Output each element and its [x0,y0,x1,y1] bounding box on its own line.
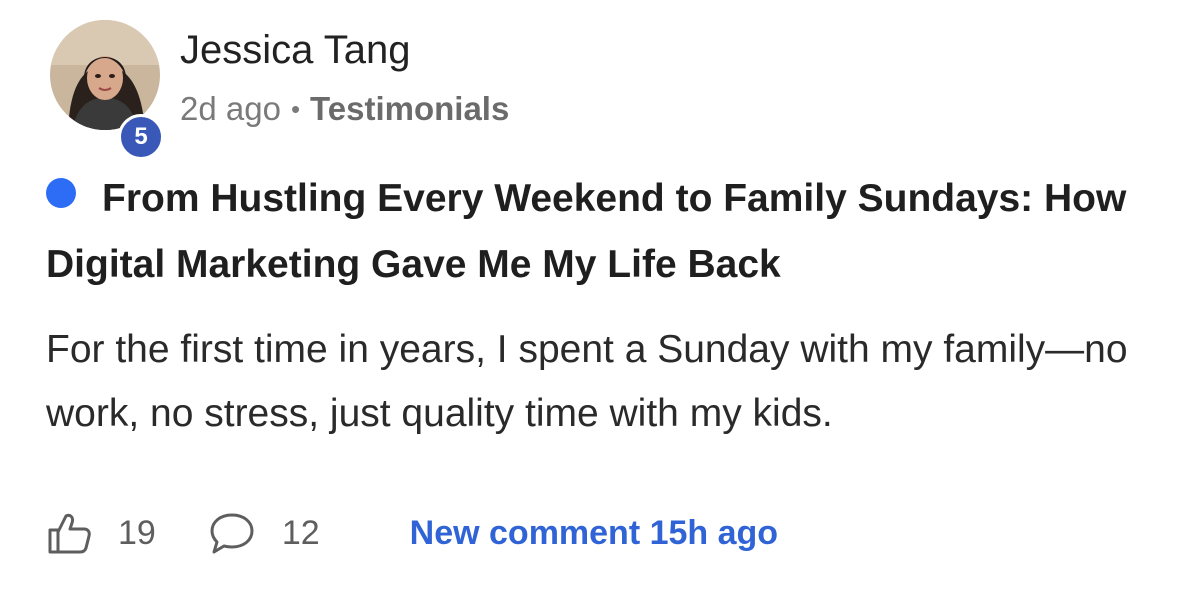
post-footer: 19 12 New comment 15h ago [46,506,778,560]
author-avatar-group[interactable]: 5 [50,20,164,160]
like-button[interactable]: 19 [46,510,156,556]
level-badge: 5 [118,114,164,160]
comment-count: 12 [281,513,320,552]
new-comment-link[interactable]: New comment 15h ago [410,514,778,553]
post-time: 2d ago [180,90,281,127]
comment-bubble-icon [210,513,254,554]
post-title[interactable]: From Hustling Every Weekend to Family Su… [46,166,1156,298]
comment-button[interactable]: 12 [208,510,320,556]
post-title-block[interactable]: From Hustling Every Weekend to Family Su… [46,166,1156,298]
author-name[interactable]: Jessica Tang [180,26,411,74]
post-meta: 2d ago • Testimonials [180,88,509,130]
like-count: 19 [118,513,156,552]
unread-indicator [46,178,76,208]
post-card[interactable]: 5 Jessica Tang 2d ago • Testimonials Fro… [0,0,1200,608]
category-link[interactable]: Testimonials [310,88,509,130]
post-body: For the first time in years, I spent a S… [46,328,1128,435]
thumbs-up-icon [48,513,91,554]
meta-separator: • [290,94,301,124]
